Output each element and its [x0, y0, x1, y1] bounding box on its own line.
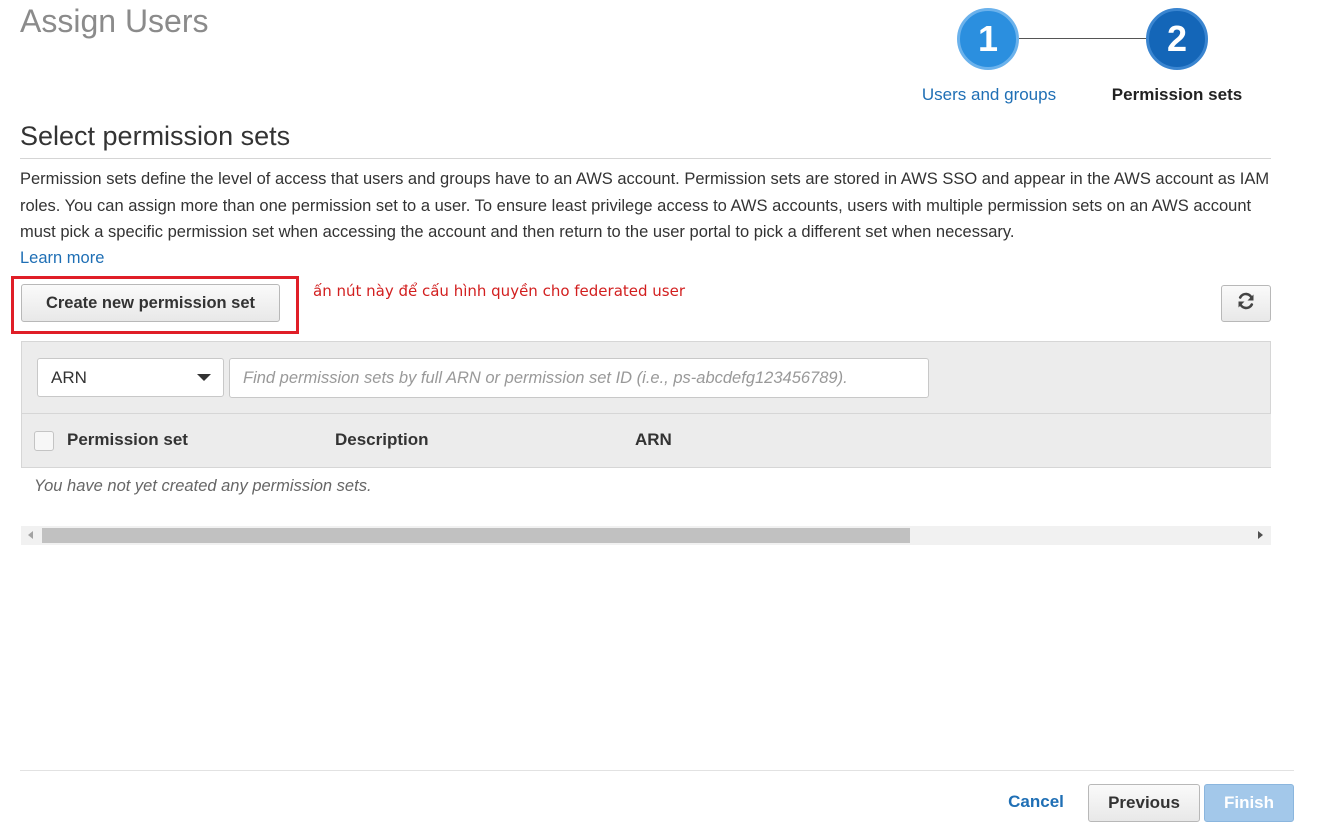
- page-title: Assign Users: [20, 3, 209, 39]
- scroll-right-arrow-icon[interactable]: [1258, 531, 1263, 539]
- scroll-left-arrow-icon[interactable]: [28, 531, 33, 539]
- empty-table-message: You have not yet created any permission …: [34, 477, 372, 495]
- chevron-down-icon: [197, 374, 211, 381]
- permission-set-search-input[interactable]: [229, 358, 929, 398]
- step-1-circle[interactable]: 1: [957, 8, 1019, 70]
- filter-attribute-value: ARN: [51, 367, 87, 387]
- previous-button[interactable]: Previous: [1088, 784, 1200, 822]
- filter-attribute-select[interactable]: ARN: [37, 358, 224, 397]
- column-header-permission-set[interactable]: Permission set: [67, 430, 188, 450]
- finish-button[interactable]: Finish: [1204, 784, 1294, 822]
- step-2-label: Permission sets: [1111, 85, 1243, 104]
- refresh-button[interactable]: [1221, 285, 1271, 322]
- annotation-text: ấn nút này để cấu hình quyền cho federat…: [313, 282, 686, 300]
- column-header-description[interactable]: Description: [335, 430, 429, 450]
- cancel-button[interactable]: Cancel: [1000, 792, 1072, 812]
- select-all-checkbox[interactable]: [34, 431, 54, 451]
- section-divider: [20, 158, 1271, 159]
- scrollbar-thumb[interactable]: [42, 528, 910, 543]
- learn-more-link[interactable]: Learn more: [20, 245, 104, 271]
- section-title: Select permission sets: [20, 121, 291, 151]
- footer-divider: [20, 770, 1294, 771]
- step-1-label[interactable]: Users and groups: [900, 85, 1078, 105]
- create-permission-set-button[interactable]: Create new permission set: [21, 284, 280, 322]
- step-2-circle: 2: [1146, 8, 1208, 70]
- section-description: Permission sets define the level of acce…: [20, 170, 1270, 241]
- stepper-connector: [1019, 38, 1147, 39]
- refresh-icon: [1236, 291, 1256, 316]
- column-header-arn[interactable]: ARN: [635, 430, 672, 450]
